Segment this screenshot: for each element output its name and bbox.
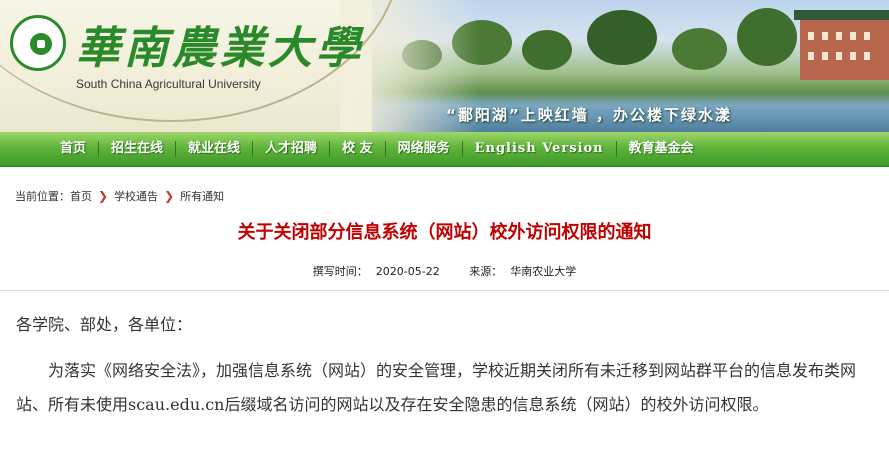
- banner-slogan: “鄱阳湖”上映红墙 ，办公楼下绿水漾: [446, 106, 732, 124]
- chevron-right-icon: ❯: [164, 189, 175, 203]
- article-date: 2020-05-22: [375, 265, 440, 278]
- article-paragraph: 为落实《网络安全法》，加强信息系统（网站）的安全管理，学校近期关闭所有未迁移到网…: [16, 361, 857, 414]
- university-logo-icon[interactable]: [10, 15, 66, 71]
- school-name-en: South China Agricultural University: [76, 77, 261, 91]
- breadcrumb-all-notices[interactable]: 所有通知: [180, 190, 224, 203]
- nav-item-foundation[interactable]: 教育基金会: [615, 141, 706, 157]
- article-source: 华南农业大学: [510, 265, 577, 278]
- main-nav: 首页 招生在线 就业在线 人才招聘 校 友 网络服务 English Versi…: [0, 132, 889, 167]
- nav-item-home[interactable]: 首页: [48, 141, 98, 157]
- article-body: 各学院、部处，各单位： 为落实《网络安全法》，加强信息系统（网站）的安全管理，学…: [16, 308, 876, 422]
- nav-item-english[interactable]: English Version: [461, 141, 616, 157]
- breadcrumb-home[interactable]: 首页: [70, 190, 92, 203]
- breadcrumb-notices[interactable]: 学校通告: [114, 190, 158, 203]
- nav-item-admissions[interactable]: 招生在线: [98, 141, 175, 157]
- source-label: 来源：: [469, 265, 503, 278]
- nav-item-alumni[interactable]: 校 友: [329, 141, 385, 157]
- nav-item-network-services[interactable]: 网络服务: [384, 141, 462, 157]
- article-meta: 撰写时间： 2020-05-22 来源： 华南农业大学: [0, 263, 889, 279]
- site-header: 華南農業大學 South China Agricultural Universi…: [0, 0, 889, 132]
- breadcrumb-prefix: 当前位置：: [15, 190, 70, 203]
- date-label: 撰写时间：: [312, 265, 368, 278]
- nav-item-recruitment[interactable]: 人才招聘: [252, 141, 329, 157]
- divider: [0, 290, 889, 291]
- nav-item-employment[interactable]: 就业在线: [175, 141, 252, 157]
- breadcrumb: 当前位置：首页 ❯ 学校通告 ❯ 所有通知: [15, 188, 224, 204]
- article-title: 关于关闭部分信息系统（网站）校外访问权限的通知: [237, 222, 652, 243]
- article-salutation: 各学院、部处，各单位：: [16, 315, 193, 334]
- chevron-right-icon: ❯: [98, 189, 109, 203]
- school-name-cn[interactable]: 華南農業大學: [76, 12, 364, 76]
- campus-building-image: [794, 10, 889, 80]
